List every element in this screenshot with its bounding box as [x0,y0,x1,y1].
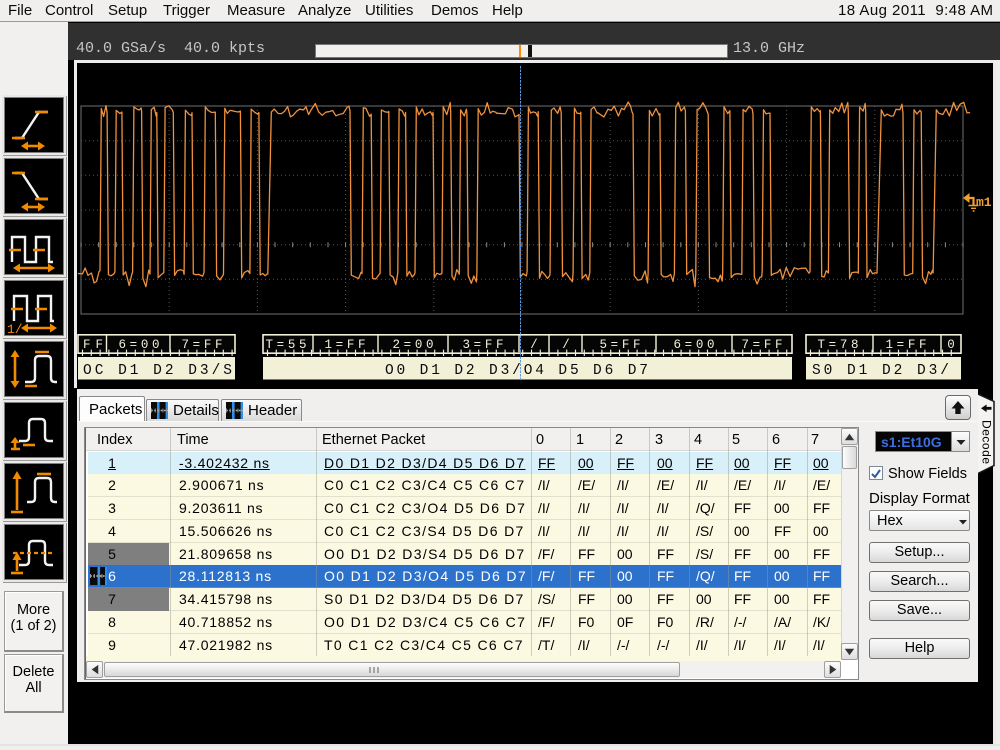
svg-text:0: 0 [947,338,955,352]
svg-text:1/: 1/ [7,322,23,335]
svg-text:m1: m1 [976,195,992,210]
svg-text:/: / [530,338,538,352]
svg-text:Decode: Decode [980,420,994,464]
svg-text:/: / [562,338,570,352]
svg-text:O0 D1 D2 D3/O4 D5 D6 D7: O0 D1 D2 D3/O4 D5 D6 D7 [385,363,648,379]
